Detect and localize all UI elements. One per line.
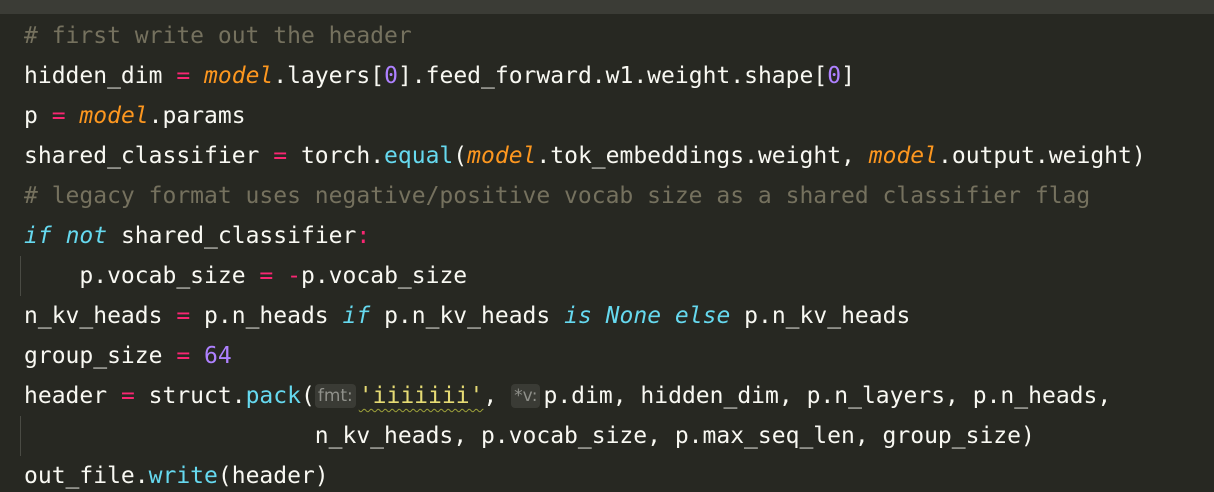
code-line-6[interactable]: if not shared_classifier: — [0, 216, 1214, 256]
code-line-2[interactable]: hidden_dim = model.layers[0].feed_forwar… — [0, 56, 1214, 96]
code-token-keyword: None — [605, 303, 662, 329]
code-token-operator: : — [356, 223, 371, 249]
code-token-operator: = — [176, 63, 191, 89]
code-token-default — [592, 303, 606, 329]
code-token-operator: = — [259, 263, 274, 289]
code-token-string: 'iiiiiii' — [358, 383, 484, 409]
code-token-operator: = — [273, 143, 288, 169]
code-token-default: hidden_dim — [24, 63, 177, 89]
code-token-default: .layers[ — [273, 63, 385, 89]
code-token-operator: = — [176, 303, 191, 329]
code-editor[interactable]: # first write out the header hidden_dim =… — [0, 0, 1214, 492]
code-token-default: .output.weight) — [938, 143, 1146, 169]
code-line-1[interactable]: # first write out the header — [0, 16, 1214, 56]
code-line-11[interactable]: n_kv_heads, p.vocab_size, p.max_seq_len,… — [0, 416, 1214, 456]
code-token-comment: # first write out the header — [24, 23, 412, 49]
code-token-default: group_size — [24, 343, 177, 369]
code-token-default: shared_classifier — [107, 223, 357, 249]
code-token-default: ( — [453, 143, 468, 169]
code-token-default: (header) — [217, 463, 329, 489]
code-token-default: .params — [148, 103, 246, 129]
code-token-default — [273, 263, 287, 289]
code-token-default: p.n_kv_heads — [730, 303, 911, 329]
code-line-10[interactable]: header = struct.pack(fmt:'iiiiiii', *v: p… — [0, 376, 1214, 416]
code-token-operator: - — [287, 263, 301, 289]
code-token-default: p.dim, hidden_dim, p.n_layers, p.n_heads… — [543, 383, 1112, 409]
code-token-default: ].feed_forward.w1.weight.shape[ — [397, 63, 828, 89]
code-token-keyword: else — [674, 303, 731, 329]
code-token-default: shared_classifier — [24, 143, 274, 169]
code-token-default — [52, 223, 66, 249]
parameter-hint: *v: — [511, 384, 541, 408]
code-token-default: n_kv_heads, p.vocab_size, p.max_seq_len,… — [24, 423, 1035, 449]
code-lines: # first write out the header hidden_dim =… — [0, 16, 1214, 492]
code-token-keyword: if — [24, 223, 52, 249]
code-token-italic-var: model — [467, 143, 537, 169]
code-token-default: header — [24, 383, 121, 409]
code-token-default: p.n_heads — [190, 303, 343, 329]
code-token-default: .tok_embeddings.weight, — [536, 143, 869, 169]
code-token-default — [190, 343, 204, 369]
code-token-comment: # legacy format uses negative/positive v… — [24, 183, 1091, 209]
code-line-5[interactable]: # legacy format uses negative/positive v… — [0, 176, 1214, 216]
code-token-keyword: not — [65, 223, 108, 249]
code-line-12[interactable]: out_file.write(header) — [0, 456, 1214, 492]
code-line-3[interactable]: p = model.params — [0, 96, 1214, 136]
code-token-default: , — [483, 383, 512, 409]
code-token-default: struct. — [134, 383, 246, 409]
code-token-default — [661, 303, 675, 329]
code-token-number: 0 — [384, 63, 398, 89]
code-token-italic-var: model — [79, 103, 149, 129]
code-token-builtin-function: write — [148, 463, 218, 489]
indent-guide — [20, 256, 21, 296]
code-line-9[interactable]: group_size = 64 — [0, 336, 1214, 376]
code-token-default: p.n_kv_heads — [370, 303, 565, 329]
code-token-default: out_file. — [24, 463, 149, 489]
code-token-operator: = — [176, 343, 191, 369]
code-token-builtin-function: pack — [245, 383, 301, 409]
code-token-builtin-function: equal — [384, 143, 454, 169]
code-token-italic-var: model — [204, 63, 274, 89]
indent-guide — [20, 416, 21, 456]
code-token-default: n_kv_heads — [24, 303, 177, 329]
code-token-default: p — [24, 103, 52, 129]
code-token-default — [190, 63, 204, 89]
code-token-default — [66, 103, 80, 129]
code-token-operator: = — [120, 383, 135, 409]
code-line-8[interactable]: n_kv_heads = p.n_heads if p.n_kv_heads i… — [0, 296, 1214, 336]
editor-top-bar — [0, 0, 1214, 14]
code-token-number: 0 — [827, 63, 842, 89]
code-token-default: ( — [300, 383, 315, 409]
code-token-keyword: if — [342, 303, 371, 329]
code-token-keyword: is — [564, 303, 592, 329]
code-line-4[interactable]: shared_classifier = torch.equal(model.to… — [0, 136, 1214, 176]
code-token-italic-var: model — [868, 143, 938, 169]
code-token-default: torch. — [287, 143, 385, 169]
code-line-7[interactable]: p.vocab_size = -p.vocab_size — [0, 256, 1214, 296]
code-token-number: 64 — [204, 343, 232, 369]
code-token-default: p.vocab_size — [300, 263, 468, 289]
code-token-operator: = — [51, 103, 66, 129]
code-token-default: ] — [841, 63, 855, 89]
parameter-hint: fmt: — [314, 384, 356, 408]
code-token-default: p.vocab_size — [24, 263, 260, 289]
